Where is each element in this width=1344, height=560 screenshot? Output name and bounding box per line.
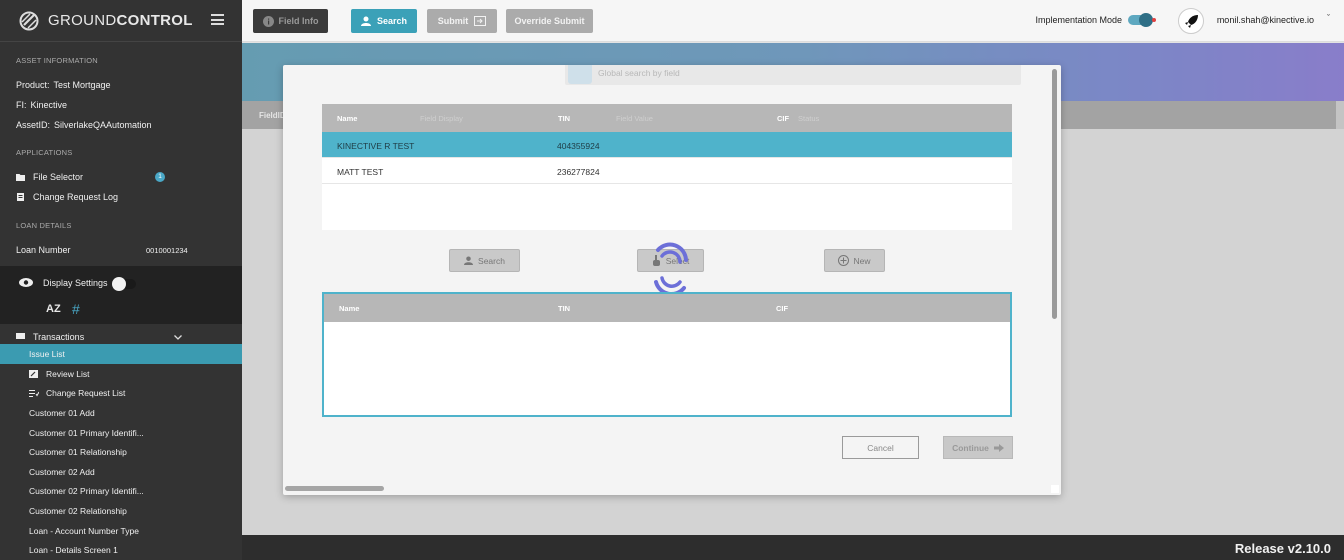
- footer: Release v2.10.0: [242, 535, 1344, 560]
- sort-az-icon[interactable]: AZ: [46, 303, 61, 315]
- global-search-field[interactable]: Global search by field: [565, 65, 1021, 85]
- display-settings-toggle[interactable]: [112, 277, 136, 291]
- continue-button[interactable]: Continue: [943, 436, 1013, 459]
- product-info: Product: Test Mortgage: [16, 80, 111, 90]
- asset-id-info: AssetID: SilverlakeQAAutomation: [16, 120, 152, 130]
- list-check-icon: [29, 389, 39, 397]
- tx-customer-01-relationship[interactable]: Customer 01 Relationship: [0, 442, 242, 462]
- review-icon: [29, 369, 38, 378]
- tx-customer-02-relationship[interactable]: Customer 02 Relationship: [0, 501, 242, 521]
- globe-search-icon: [568, 65, 592, 84]
- tx-customer-02-primary[interactable]: Customer 02 Primary Identifi...: [0, 481, 242, 501]
- top-bar: Field Info Search Submit Override Submit…: [242, 0, 1344, 42]
- col-cif: CIF: [776, 304, 789, 313]
- avatar[interactable]: [1178, 8, 1204, 34]
- folder-icon: [16, 174, 25, 181]
- plus-circle-icon: [838, 255, 850, 266]
- display-settings-panel: Display Settings AZ #: [0, 266, 242, 324]
- submit-arrow-icon: [474, 16, 487, 26]
- release-version: Release v2.10.0: [1234, 541, 1331, 556]
- col-tin: TIN: [558, 114, 571, 123]
- implementation-mode-label: Implementation Mode: [1035, 15, 1122, 25]
- file-selector-badge: 1: [155, 172, 165, 182]
- eye-icon: [19, 278, 33, 287]
- user-menu-chevron-icon[interactable]: ˇ: [1327, 13, 1330, 23]
- scroll-corner: [1051, 485, 1059, 493]
- global-search-placeholder: Global search by field: [598, 68, 680, 78]
- list-icon: [16, 333, 25, 339]
- col-field-value: Field Value: [616, 114, 653, 123]
- table-row[interactable]: KINECTIVE R TEST 404355924: [322, 132, 1012, 158]
- applications-heading: APPLICATIONS: [16, 148, 73, 157]
- tx-customer-01-add[interactable]: Customer 01 Add: [0, 403, 242, 423]
- tx-issue-list[interactable]: Issue List: [0, 344, 242, 364]
- cancel-button[interactable]: Cancel: [842, 436, 919, 459]
- col-name: Name: [337, 114, 358, 123]
- change-request-log-link[interactable]: Change Request Log: [16, 192, 118, 202]
- menu-toggle-icon[interactable]: [211, 14, 224, 25]
- tx-loan-account-number-type[interactable]: Loan - Account Number Type: [0, 521, 242, 541]
- user-icon: [360, 16, 371, 26]
- selected-table-header: Name TIN CIF: [324, 294, 1010, 322]
- modal-search-button[interactable]: Search: [449, 249, 520, 272]
- loading-spinner-icon: [654, 242, 688, 296]
- tx-change-request-list[interactable]: Change Request List: [0, 383, 242, 403]
- customer-table-header: Name Field Display TIN Field Value CIF S…: [322, 104, 1012, 132]
- col-status: Status: [798, 114, 820, 123]
- customer-search-modal: Global search by field Name Field Displa…: [283, 65, 1061, 495]
- tx-customer-01-primary[interactable]: Customer 01 Primary Identifi...: [0, 423, 242, 443]
- col-tin: TIN: [558, 304, 571, 313]
- search-button[interactable]: Search: [351, 9, 417, 33]
- submit-button[interactable]: Submit: [427, 9, 497, 33]
- chevron-down-icon[interactable]: [174, 335, 182, 340]
- file-selector-link[interactable]: File Selector: [16, 172, 83, 182]
- modal-vertical-scrollbar[interactable]: [1052, 69, 1057, 319]
- modal-new-button[interactable]: New: [824, 249, 885, 272]
- tx-loan-details-screen-1[interactable]: Loan - Details Screen 1: [0, 540, 242, 560]
- asset-info-heading: ASSET INFORMATION: [16, 56, 98, 65]
- col-field-display: Field Display: [420, 114, 463, 123]
- arrow-right-icon: [993, 443, 1004, 452]
- rocket-icon: [1185, 15, 1198, 28]
- field-info-button[interactable]: Field Info: [253, 9, 328, 33]
- user-email[interactable]: monil.shah@kinective.io: [1217, 15, 1314, 25]
- display-settings-label: Display Settings: [43, 278, 108, 288]
- loan-number-label: Loan Number: [16, 245, 71, 255]
- transactions-header[interactable]: Transactions: [16, 332, 84, 342]
- info-icon: [262, 15, 274, 27]
- implementation-mode-toggle[interactable]: [1128, 13, 1156, 27]
- sidebar: GROUNDCONTROL ASSET INFORMATION Product:…: [0, 0, 242, 560]
- modal-horizontal-scrollbar[interactable]: [285, 486, 384, 491]
- loan-details-heading: LOAN DETAILS: [16, 221, 72, 230]
- groundcontrol-logo-icon: [19, 11, 39, 30]
- override-submit-button[interactable]: Override Submit: [506, 9, 593, 33]
- brand-name: GROUNDCONTROL: [48, 12, 193, 29]
- clipboard-icon: [17, 193, 24, 201]
- user-icon: [464, 256, 474, 265]
- tx-review-list[interactable]: Review List: [0, 364, 242, 384]
- tx-customer-02-add[interactable]: Customer 02 Add: [0, 462, 242, 482]
- hash-icon[interactable]: #: [72, 301, 80, 317]
- col-name: Name: [339, 304, 360, 313]
- brand-header: GROUNDCONTROL: [0, 0, 242, 42]
- fi-info: FI: Kinective: [16, 100, 68, 110]
- selected-customers-table: Name TIN CIF: [322, 292, 1012, 417]
- customer-results-table: Name Field Display TIN Field Value CIF S…: [322, 104, 1012, 230]
- col-cif: CIF: [777, 114, 790, 123]
- table-row[interactable]: MATT TEST 236277824: [322, 158, 1012, 184]
- loan-number-value: 0010001234: [146, 246, 188, 255]
